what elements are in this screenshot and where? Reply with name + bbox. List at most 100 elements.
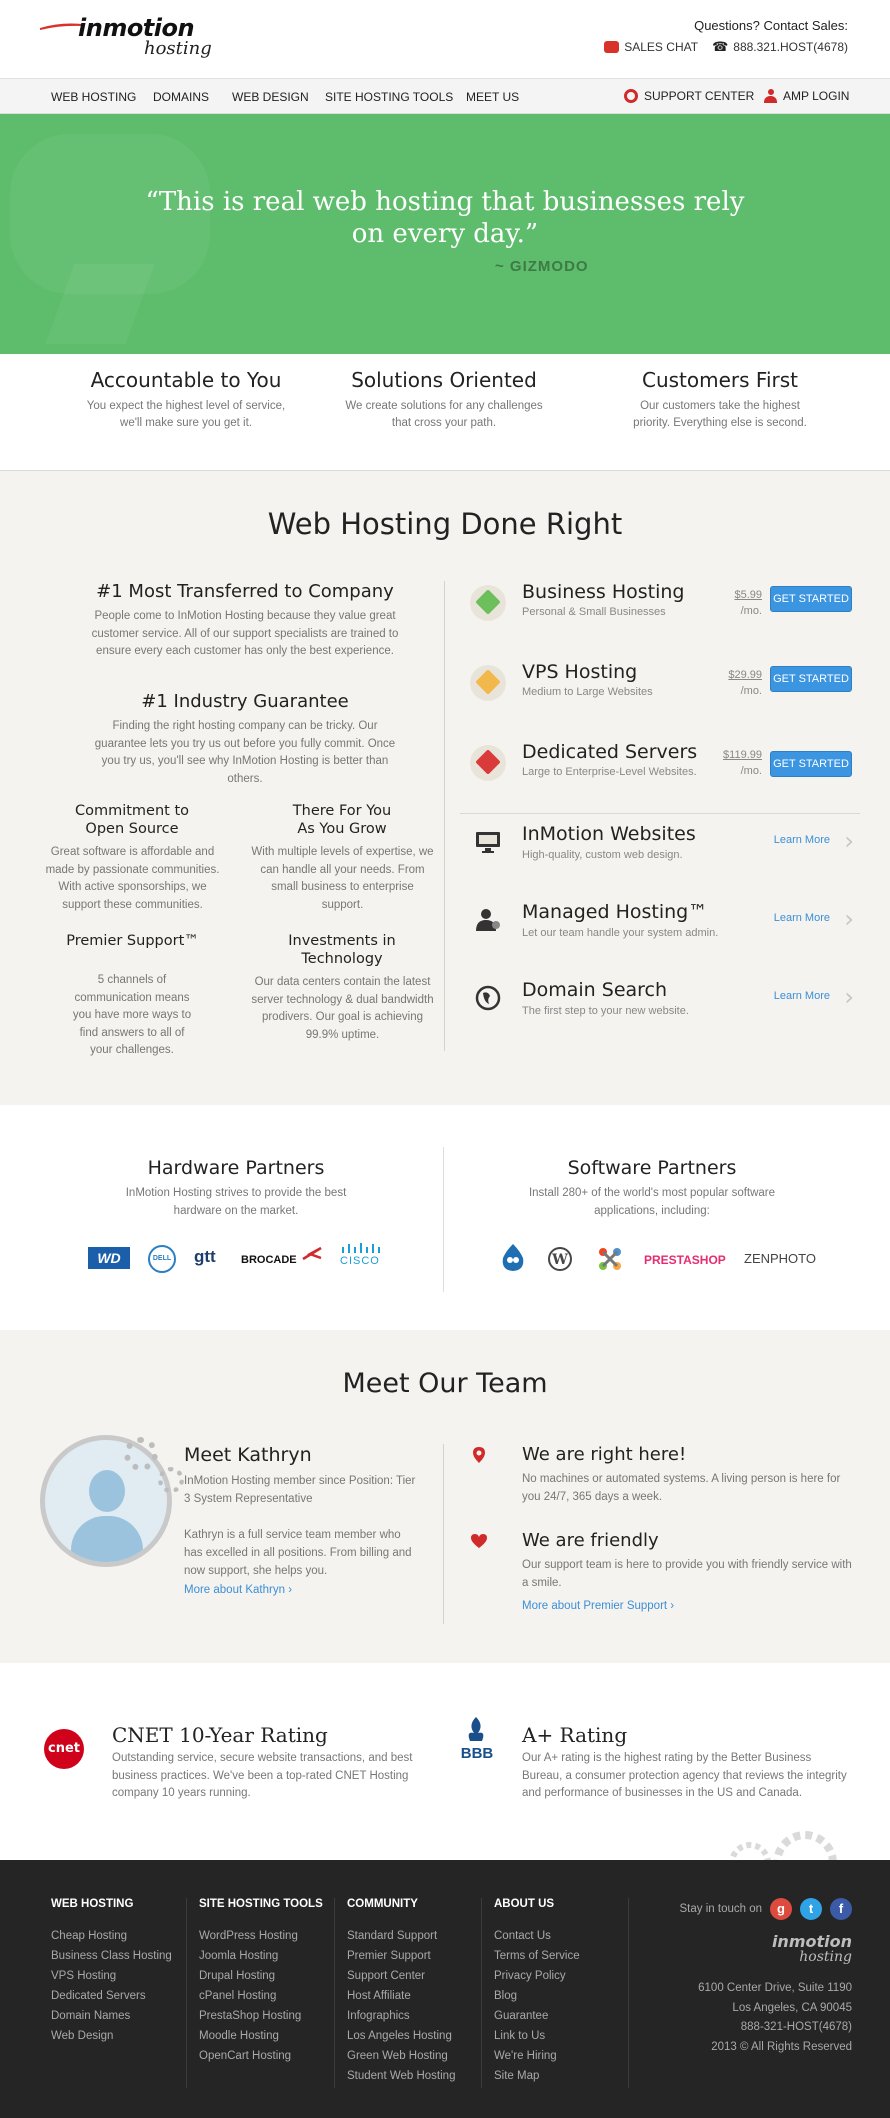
footer-link[interactable]: Dedicated Servers (51, 1986, 172, 2006)
footer-link[interactable]: Joomla Hosting (199, 1946, 323, 1966)
footer-link[interactable]: Domain Names (51, 2006, 172, 2026)
footer-link[interactable]: OpenCart Hosting (199, 2046, 323, 2066)
web-hosting-done-right: Web Hosting Done Right #1 Most Transferr… (0, 471, 890, 1105)
feature-open-source: Commitment to Open Source Great software… (40, 802, 225, 914)
footer-link[interactable]: Contact Us (494, 1926, 580, 1946)
team-divider (443, 1444, 444, 1624)
info-friendly: We are friendly Our support team is here… (470, 1530, 852, 1620)
footer-link[interactable]: Host Affiliate (347, 1986, 455, 2006)
plan-price-amount: $5.99 (734, 589, 762, 601)
inmotion-logo[interactable]: inmotion hosting (40, 14, 230, 62)
plan-vps-hosting[interactable]: VPS Hosting Medium to Large Websites $29… (460, 661, 860, 731)
nav-meet-us[interactable]: MEET US (466, 90, 519, 104)
amp-login-label: AMP LOGIN (783, 89, 850, 103)
google-plus-icon[interactable]: g (770, 1898, 792, 1920)
footer-link[interactable]: Support Center (347, 1966, 455, 1986)
value-title: Solutions Oriented (351, 368, 537, 392)
values-strip: Accountable to You You expect the highes… (0, 354, 890, 471)
footer-link[interactable]: cPanel Hosting (199, 1986, 323, 2006)
chevron-right-icon[interactable]: › (844, 827, 854, 855)
learn-more-link[interactable]: Learn More (774, 834, 830, 846)
info-text: Our support team is here to provide you … (522, 1559, 852, 1589)
phone-link[interactable]: ☎ 888.321.HOST(4678) (712, 39, 848, 55)
avatar-body (71, 1516, 143, 1562)
service-managed-hosting[interactable]: Managed Hosting™ Let our team handle you… (460, 901, 860, 971)
plan-business-hosting[interactable]: Business Hosting Personal & Small Busine… (460, 581, 860, 651)
amp-login-link[interactable]: AMP LOGIN (764, 89, 849, 103)
site-footer: WEB HOSTING Cheap Hosting Business Class… (0, 1860, 890, 2118)
footer-logo-sub: hosting (799, 1949, 852, 1965)
footer-link[interactable]: Privacy Policy (494, 1966, 580, 1986)
info-title: We are friendly (522, 1530, 659, 1551)
footer-link[interactable]: Business Class Hosting (51, 1946, 172, 1966)
more-about-kathryn-link[interactable]: More about Kathryn › (184, 1584, 419, 1596)
footer-link[interactable]: PrestaShop Hosting (199, 2006, 323, 2026)
facebook-icon[interactable]: f (830, 1898, 852, 1920)
footer-link[interactable]: We're Hiring (494, 2046, 580, 2066)
premier-support-link[interactable]: More about Premier Support › (522, 1600, 674, 1612)
dell-logo: DELL (148, 1245, 176, 1273)
chat-bubble-icon (604, 41, 620, 53)
footer-link[interactable]: Los Angeles Hosting (347, 2026, 455, 2046)
support-center-link[interactable]: SUPPORT CENTER (624, 89, 754, 103)
value-text: Our customers take the highest priority.… (633, 400, 807, 429)
footer-link[interactable]: Drupal Hosting (199, 1966, 323, 1986)
section-title: Web Hosting Done Right (267, 507, 623, 541)
footer-divider (628, 1898, 629, 2088)
get-started-button[interactable]: GET STARTED (770, 751, 852, 777)
footer-link[interactable]: VPS Hosting (51, 1966, 172, 1986)
footer-link[interactable]: Standard Support (347, 1926, 455, 1946)
footer-link[interactable]: Student Web Hosting (347, 2066, 455, 2086)
chevron-right-icon[interactable]: › (844, 983, 854, 1011)
gtt-logo: gtt (194, 1247, 216, 1266)
footer-link[interactable]: Premier Support (347, 1946, 455, 1966)
feature-title: Investments in Technology (288, 933, 396, 967)
feature-grow: There For You As You Grow With multiple … (250, 802, 435, 914)
partners-divider (443, 1147, 444, 1292)
footer-link[interactable]: WordPress Hosting (199, 1926, 323, 1946)
sales-chat-link[interactable]: SALES CHAT (604, 40, 698, 54)
service-desc: The first step to your new website. (522, 1005, 689, 1017)
plan-price: $119.99 /mo. (723, 747, 762, 779)
user-icon (764, 89, 777, 103)
nav-web-hosting[interactable]: WEB HOSTING (51, 90, 136, 104)
nav-domains[interactable]: DOMAINS (153, 90, 209, 104)
footer-link[interactable]: Link to Us (494, 2026, 580, 2046)
twitter-icon[interactable]: t (800, 1898, 822, 1920)
footer-link[interactable]: Guarantee (494, 2006, 580, 2026)
footer-link[interactable]: Blog (494, 1986, 580, 2006)
gears-decoration-icon (729, 1831, 837, 1863)
admin-person-icon (476, 909, 500, 931)
value-text: You expect the highest level of service,… (86, 400, 286, 429)
info-title: We are right here! (522, 1444, 687, 1465)
footer-link[interactable]: Moodle Hosting (199, 2026, 323, 2046)
nav-web-design[interactable]: WEB DESIGN (232, 90, 309, 104)
footer-col-title: ABOUT US (494, 1898, 555, 1910)
footer-link[interactable]: Web Design (51, 2026, 172, 2046)
brocade-wing-icon (302, 1246, 322, 1261)
chevron-right-icon[interactable]: › (844, 905, 854, 933)
learn-more-link[interactable]: Learn More (774, 912, 830, 924)
get-started-button[interactable]: GET STARTED (770, 666, 852, 692)
nav-site-hosting-tools[interactable]: SITE HOSTING TOOLS (325, 90, 453, 104)
get-started-button[interactable]: GET STARTED (770, 586, 852, 612)
plan-name: VPS Hosting (522, 661, 638, 683)
learn-more-link[interactable]: Learn More (774, 990, 830, 1002)
footer-contact: Stay in touch on g t f inmotion hosting … (642, 1898, 852, 2057)
footer-link[interactable]: Cheap Hosting (51, 1926, 172, 1946)
bbb-badge: BBB (460, 1745, 494, 1762)
footer-col-title: COMMUNITY (347, 1898, 418, 1910)
footer-link[interactable]: Terms of Service (494, 1946, 580, 1966)
wd-logo: WD (88, 1247, 130, 1269)
plan-dedicated-servers[interactable]: Dedicated Servers Large to Enterprise-Le… (460, 741, 860, 811)
service-name: Managed Hosting™ (522, 901, 708, 923)
service-inmotion-websites[interactable]: InMotion Websites High-quality, custom w… (460, 823, 860, 893)
footer-divider (334, 1898, 335, 2088)
footer-link[interactable]: Infographics (347, 2006, 455, 2026)
footer-col-title: WEB HOSTING (51, 1898, 134, 1910)
cnet-rating: cnet CNET 10-Year Rating Outstanding ser… (44, 1723, 444, 1803)
footer-link[interactable]: Site Map (494, 2066, 580, 2086)
service-domain-search[interactable]: Domain Search The first step to your new… (460, 979, 860, 1049)
rating-text: Outstanding service, secure website tran… (112, 1752, 413, 1799)
footer-link[interactable]: Green Web Hosting (347, 2046, 455, 2066)
